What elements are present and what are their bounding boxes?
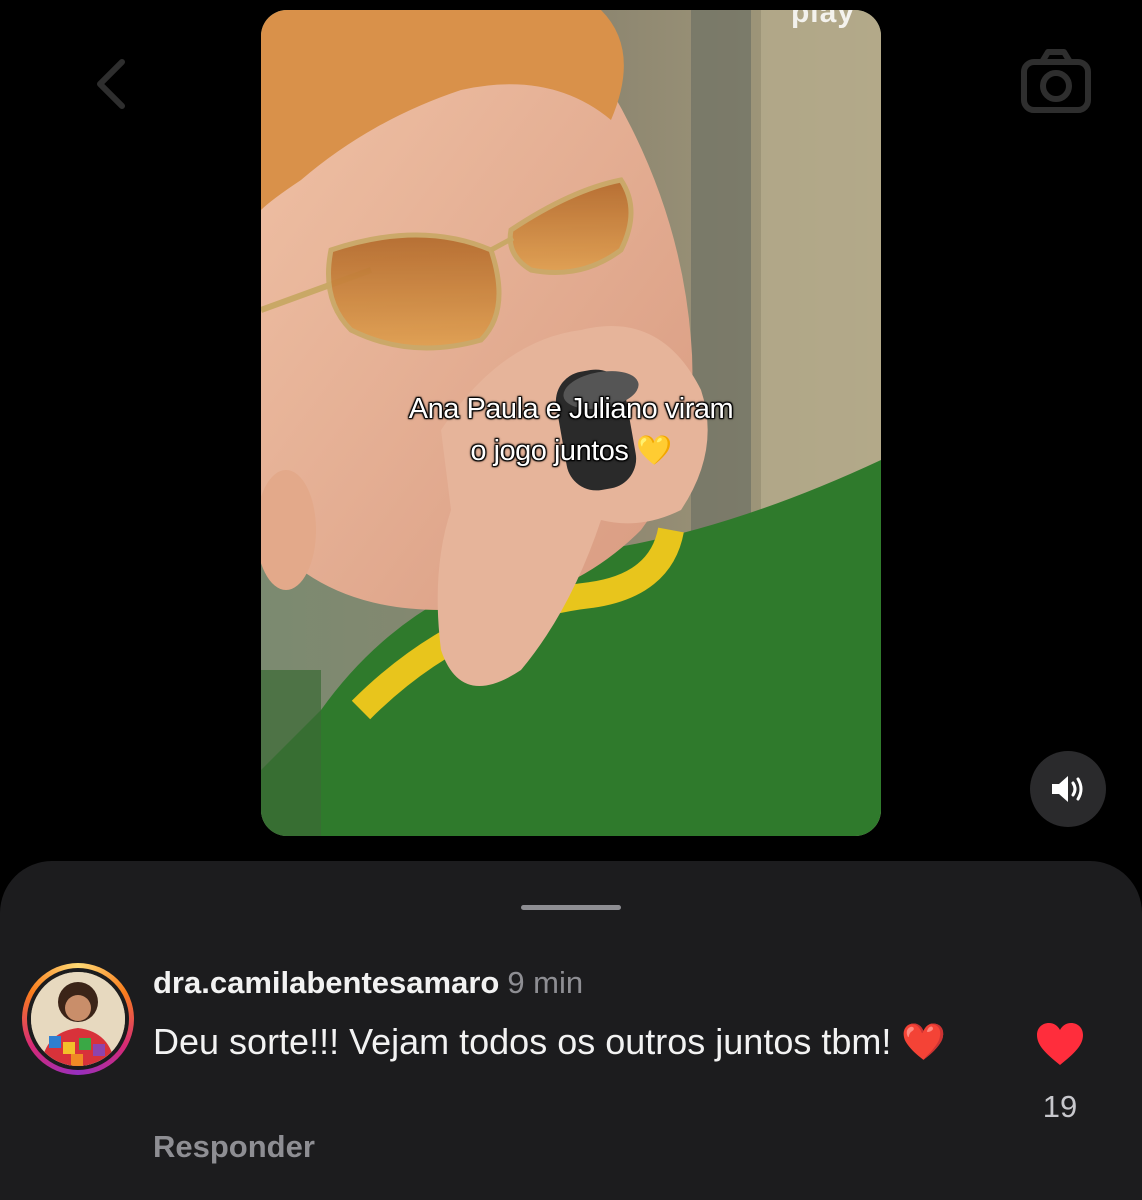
reply-button[interactable]: Responder bbox=[153, 1129, 315, 1165]
camera-icon[interactable] bbox=[1020, 48, 1092, 114]
reel-video-player[interactable]: play Ana Paula e Juliano viram o jogo ju… bbox=[261, 10, 881, 836]
comment-username[interactable]: dra.camilabentesamaro bbox=[153, 965, 499, 1000]
watermark-brand: play bbox=[790, 10, 855, 29]
comment-timestamp: 9 min bbox=[507, 965, 584, 1000]
story-ring[interactable] bbox=[22, 963, 134, 1075]
like-count: 19 bbox=[1042, 1089, 1078, 1124]
like-heart-icon[interactable] bbox=[1035, 1021, 1085, 1067]
speaker-icon bbox=[1052, 776, 1083, 802]
comment-text-content: Deu sorte!!! Vejam todos os outros junto… bbox=[153, 1021, 892, 1062]
red-heart-emoji: ❤️ bbox=[901, 1021, 947, 1062]
back-chevron-icon[interactable] bbox=[92, 56, 132, 112]
video-caption: Ana Paula e Juliano viram o jogo juntos … bbox=[261, 388, 881, 472]
avatar[interactable] bbox=[31, 972, 125, 1066]
caption-line-1: Ana Paula e Juliano viram bbox=[408, 393, 734, 425]
comment-text: Deu sorte!!! Vejam todos os outros junto… bbox=[153, 1019, 983, 1065]
comment-header: dra.camilabentesamaro 9 min bbox=[153, 965, 583, 1001]
sheet-grabber-handle[interactable] bbox=[521, 905, 621, 910]
yellow-heart-emoji: 💛 bbox=[635, 435, 672, 467]
reel-comments-screen: play Ana Paula e Juliano viram o jogo ju… bbox=[0, 0, 1142, 1200]
sound-toggle-button[interactable] bbox=[1030, 751, 1106, 827]
caption-line-2: o jogo juntos bbox=[470, 435, 629, 467]
comments-sheet: dra.camilabentesamaro 9 min Deu sorte!!! … bbox=[0, 861, 1142, 1200]
